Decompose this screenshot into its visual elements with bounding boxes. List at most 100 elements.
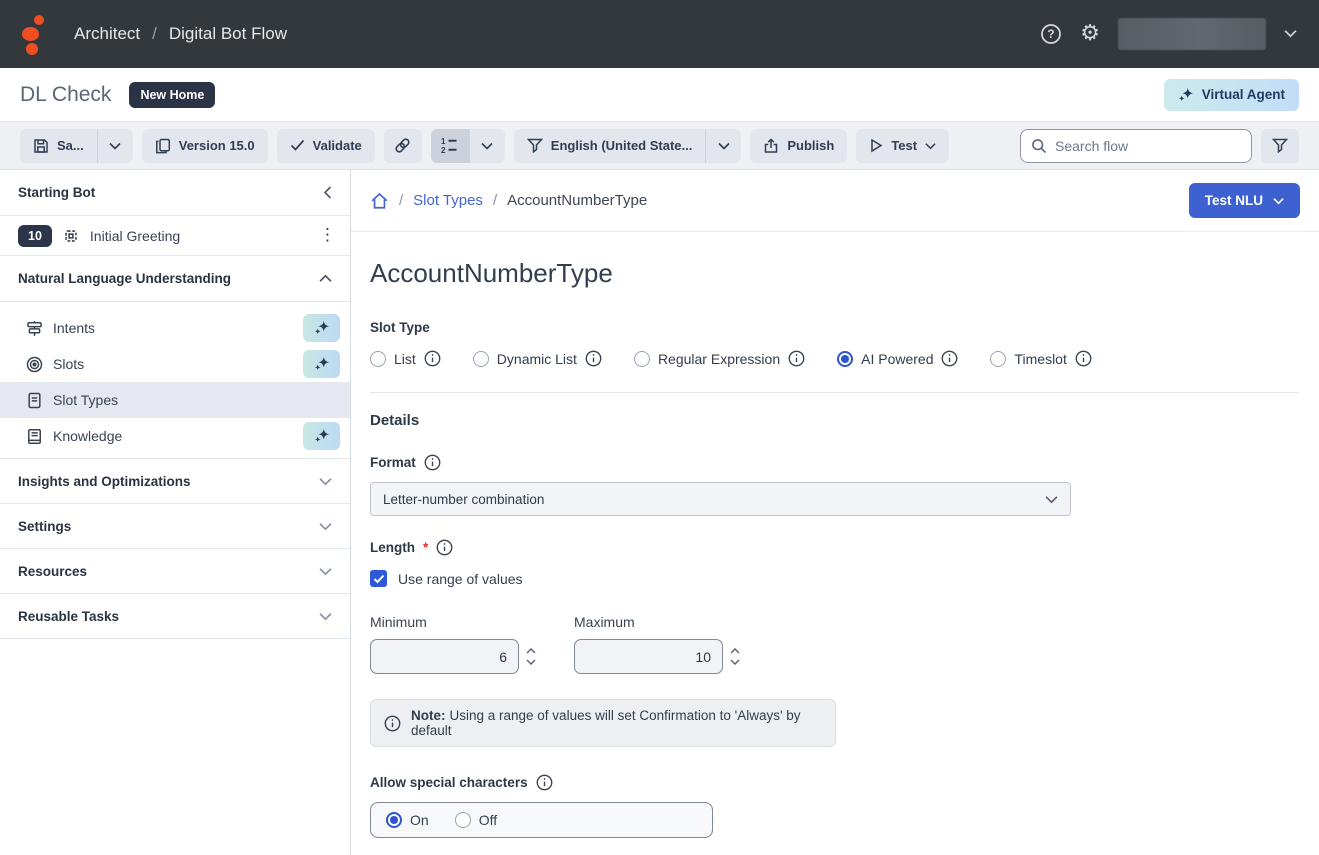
save-icon [33,138,49,154]
stepper-down-icon[interactable] [526,659,536,665]
slot-type-option-regular-expression[interactable]: Regular Expression [634,350,805,367]
save-split-button: Sa... [20,129,133,163]
collapse-sidebar-icon[interactable] [323,186,332,199]
help-icon[interactable]: ? [1040,23,1062,45]
nlu-chevron-up-icon [319,274,332,283]
sidebar-section-insights[interactable]: Insights and Optimizations [0,459,350,504]
info-icon[interactable] [436,539,453,556]
user-menu[interactable] [1118,18,1266,50]
info-icon[interactable] [941,350,958,367]
breadcrumb-separator: / [152,24,157,44]
sidebar-item-slots[interactable]: Slots [0,346,350,382]
genesys-logo-icon[interactable] [22,14,48,54]
greeting-menu-kebab-icon[interactable]: ⋮ [319,227,336,244]
info-icon[interactable] [1075,350,1092,367]
minimum-stepper[interactable] [526,648,536,665]
info-icon[interactable] [424,454,441,471]
settings-gear-icon[interactable]: ⚙ [1080,23,1100,45]
link-button[interactable] [384,129,422,163]
slot-type-label: Slot Type [370,320,1299,335]
validate-button[interactable]: Validate [277,129,375,163]
sidebar-section-settings[interactable]: Settings [0,504,350,549]
nlu-section-header[interactable]: Natural Language Understanding [0,256,350,302]
sidebar-item-knowledge[interactable]: Knowledge [0,418,350,454]
chevron-down-icon [319,567,332,576]
radio-selected[interactable] [386,812,402,828]
test-nlu-button[interactable]: Test NLU [1189,183,1300,218]
breadcrumb-slot-types-link[interactable]: Slot Types [413,192,483,209]
sidebar-section-resources[interactable]: Resources [0,549,350,594]
special-characters-off-option[interactable]: Off [455,812,497,828]
home-icon[interactable] [370,192,389,210]
info-icon[interactable] [424,350,441,367]
minimum-input[interactable] [370,639,519,674]
sparkle-icon [314,428,330,444]
sidebar-item-intents[interactable]: Intents [0,310,350,346]
slot-type-option-dynamic-list[interactable]: Dynamic List [473,350,602,367]
special-characters-on-option[interactable]: On [386,812,429,828]
breadcrumb-current: AccountNumberType [507,192,647,209]
numbered-list-button[interactable]: 12 [431,129,469,163]
product-name[interactable]: Architect [74,24,140,44]
svg-text:2: 2 [441,146,446,154]
save-button[interactable]: Sa... [20,129,97,163]
knowledge-ai-assist-button[interactable] [303,422,340,450]
note-text: Using a range of values will set Confirm… [411,708,801,738]
search-icon [1031,138,1047,154]
sequence-menu-chevron[interactable] [469,129,505,163]
format-select[interactable]: Letter-number combination [370,482,1071,516]
publish-button[interactable]: Publish [750,129,847,163]
language-button[interactable]: English (United State... [514,129,706,163]
slots-ai-assist-button[interactable] [303,350,340,378]
slot-types-document-icon [26,392,43,409]
user-menu-chevron-icon[interactable] [1284,25,1297,43]
info-icon[interactable] [536,774,553,791]
maximum-stepper[interactable] [730,648,740,665]
info-icon[interactable] [585,350,602,367]
flow-toolbar: Sa... Version 15.0 Validate 12 [0,122,1319,170]
format-label: Format [370,454,1299,471]
search-filter-button[interactable] [1261,129,1299,163]
chevron-down-icon [319,477,332,486]
filter-funnel-icon [527,138,543,153]
save-menu-chevron[interactable] [97,129,133,163]
virtual-agent-button[interactable]: Virtual Agent [1164,79,1299,111]
sparkle-icon [1178,87,1194,103]
svg-text:?: ? [1048,27,1055,41]
radio-unselected[interactable] [473,351,489,367]
confirmation-note: Note:Using a range of values will set Co… [370,699,836,747]
language-menu-chevron[interactable] [705,129,741,163]
slot-type-option-timeslot[interactable]: Timeslot [990,350,1091,367]
stepper-down-icon[interactable] [730,659,740,665]
test-button[interactable]: Test [856,129,949,163]
step-count-badge: 10 [18,225,52,247]
intents-ai-assist-button[interactable] [303,314,340,342]
publish-icon [763,138,779,154]
check-icon [290,139,305,152]
chevron-down-icon [319,522,332,531]
info-icon[interactable] [788,350,805,367]
slot-type-option-ai-powered[interactable]: AI Powered [837,350,958,367]
slot-type-option-list[interactable]: List [370,350,441,367]
search-flow-input[interactable] [1055,138,1241,154]
radio-unselected[interactable] [634,351,650,367]
page-title: AccountNumberType [370,258,1299,289]
top-bar: Architect / Digital Bot Flow ? ⚙ [0,0,1319,68]
sidebar-item-initial-greeting[interactable]: 10 Initial Greeting ⋮ [0,216,350,256]
sidebar-item-slot-types[interactable]: Slot Types [0,382,350,418]
special-characters-toggle-group: On Off [370,802,713,838]
maximum-input[interactable] [574,639,723,674]
stepper-up-icon[interactable] [526,648,536,654]
maximum-field: Maximum [574,614,740,674]
sidebar-section-reusable-tasks[interactable]: Reusable Tasks [0,594,350,639]
new-home-badge: New Home [129,82,215,108]
checkbox-checked[interactable] [370,570,387,587]
stepper-up-icon[interactable] [730,648,740,654]
test-menu-chevron-icon [925,142,936,150]
radio-unselected[interactable] [455,812,471,828]
radio-unselected[interactable] [370,351,386,367]
version-button[interactable]: Version 15.0 [142,129,268,163]
use-range-checkbox-row[interactable]: Use range of values [370,570,1299,587]
radio-selected[interactable] [837,351,853,367]
radio-unselected[interactable] [990,351,1006,367]
